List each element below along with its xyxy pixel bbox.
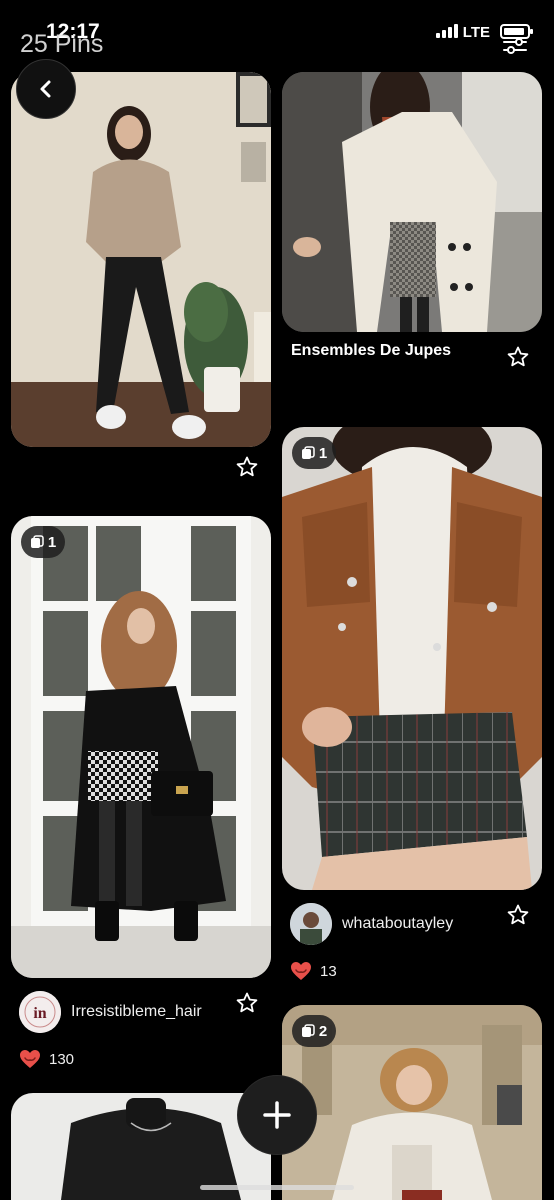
network-label: LTE (462, 24, 490, 41)
home-indicator[interactable] (200, 1185, 354, 1190)
pin-likes: 130 (19, 1049, 74, 1069)
board-count-badge: 1 (292, 437, 336, 469)
likes-count: 130 (49, 1050, 75, 1068)
board-icon (301, 446, 315, 459)
pin-author[interactable]: in Irresistibleme_hair (19, 991, 202, 1033)
battery-icon (500, 24, 533, 39)
pin-likes: 13 (290, 961, 337, 981)
board-icon (301, 1024, 315, 1037)
badge-count: 1 (318, 444, 328, 462)
author-name: whataboutayley (342, 915, 454, 932)
star-outline-icon[interactable] (506, 903, 530, 927)
page-title: 25 Pins (20, 30, 104, 58)
signal-icon (436, 24, 458, 38)
status-bar: 12:17 25 Pins LTE (0, 0, 554, 60)
board-icon (30, 535, 44, 548)
avatar (290, 903, 332, 945)
pin-image-1[interactable] (11, 72, 271, 447)
star-outline-icon[interactable] (506, 345, 530, 369)
pin-image-3[interactable]: 1 (282, 427, 542, 890)
back-button[interactable] (16, 59, 76, 119)
plus-icon (263, 1101, 291, 1129)
svg-text:in: in (33, 1005, 46, 1022)
pin-image-5[interactable]: 2 (282, 1005, 542, 1200)
board-count-badge: 2 (292, 1015, 336, 1047)
badge-count: 1 (47, 533, 57, 551)
pin-photo (282, 72, 542, 332)
board-count-badge: 1 (21, 526, 65, 558)
star-outline-icon[interactable] (235, 991, 259, 1015)
pin-photo (11, 1093, 271, 1200)
heart-icon (291, 962, 311, 980)
author-name: Irresistibleme_hair (71, 1003, 202, 1020)
pin-photo (282, 427, 542, 890)
pin-image-6[interactable] (11, 1093, 271, 1200)
pin-caption[interactable]: Ensembles De Jupes (291, 342, 451, 360)
badge-count: 2 (318, 1022, 328, 1040)
pin-photo (11, 516, 271, 978)
sliders-icon[interactable] (502, 38, 528, 54)
star-outline-icon[interactable] (235, 455, 259, 479)
heart-icon (20, 1050, 40, 1068)
pin-photo (11, 72, 271, 447)
likes-count: 13 (320, 962, 337, 980)
add-button[interactable] (237, 1075, 317, 1155)
pin-image-2[interactable] (282, 72, 542, 332)
pin-author[interactable]: whataboutayley (290, 903, 453, 945)
pin-image-4[interactable]: 1 (11, 516, 271, 978)
chevron-left-icon (40, 80, 51, 98)
avatar: in (19, 991, 61, 1033)
